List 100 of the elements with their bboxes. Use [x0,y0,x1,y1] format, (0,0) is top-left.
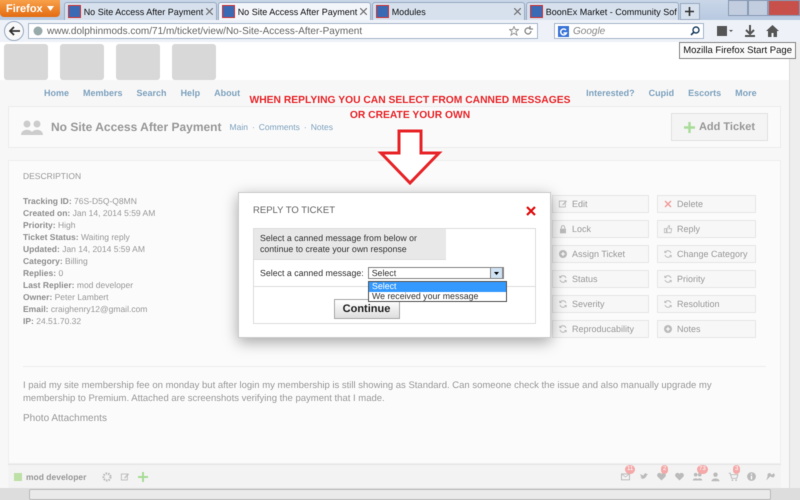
download-icon[interactable] [744,25,756,37]
user-name[interactable]: mod developer [26,472,86,482]
ticket-message: I paid my site membership fee on monday but after login my membership is still showing as Standard. Can someone check the issue and also manually upgrade my membership to Premium. Attached are screenshots verifying the payment that I made. [23,379,713,405]
people-icon [692,471,703,482]
status-square-icon [14,472,22,480]
back-button[interactable] [4,21,24,41]
refresh-icon [558,299,568,309]
action-button[interactable]: Change Category [657,245,756,263]
refresh-icon [663,249,673,259]
bookmarks-icon[interactable] [716,25,734,37]
mail-icon [620,471,631,482]
caret-icon [46,6,54,11]
favicon-icon [222,5,235,18]
action-button[interactable]: Resolution [657,295,756,313]
action-button[interactable]: Notes [657,320,756,338]
reload-icon[interactable] [523,26,533,36]
refresh-icon [558,324,568,334]
close-icon [663,199,673,209]
dropdown-option[interactable]: We received your message [369,292,506,301]
globe-icon [33,26,43,36]
search-engine-icon [558,26,569,36]
browser-tab[interactable]: Modules [372,2,525,20]
browser-tab[interactable]: BoonEx Market - Community Sof [526,2,679,20]
close-icon[interactable] [514,8,521,15]
ticket-field: IP: 24.51.70.32 [23,315,223,327]
lock-icon [558,224,568,234]
instruction-text: Select a canned message from below or continue to create your own response [254,229,446,260]
action-button[interactable]: Delete [657,195,756,213]
browser-tab[interactable]: No Site Access After Payment [64,2,217,20]
ticket-field: Last Replier: mod developer [23,279,223,291]
action-button[interactable]: Priority [657,270,756,288]
search-icon[interactable] [690,26,700,36]
action-button[interactable]: Reproducability [552,320,649,338]
action-button[interactable]: Lock [552,220,649,238]
plus-icon [685,7,694,16]
plus-icon [684,122,695,132]
ticket-field: Created on: Jan 14, 2014 5:59 AM [23,207,223,219]
nav-link[interactable]: Cupid [648,88,674,98]
favicon-icon [68,5,81,18]
tab-link[interactable]: Notes [310,122,333,132]
ticket-field: Replies: 0 [23,267,223,279]
nav-link[interactable]: Search [136,88,167,98]
close-icon[interactable] [206,8,214,15]
ticket-field: Updated: Jan 14, 2014 5:59 AM [23,243,223,255]
action-button[interactable]: Edit [552,195,649,213]
heart-icon [656,471,667,482]
nav-link[interactable]: Members [83,88,123,98]
continue-button[interactable]: Continue [334,299,400,319]
compose-icon [120,472,130,482]
refresh-icon [663,299,673,309]
gear-icon[interactable] [102,472,112,482]
ticket-field: Category: Billing [23,255,223,267]
star-icon[interactable] [509,26,519,36]
search-field[interactable]: Google [554,23,704,39]
annotation-text: WHEN REPLYING YOU CAN SELECT FROM CANNED MESSAGES OR CREATE YOUR OWN [250,94,570,123]
favicon-icon [530,5,543,18]
minimize-button[interactable] [728,0,748,16]
add-ticket-button[interactable]: Add Ticket [670,113,768,141]
separator-dot: · [304,122,307,132]
action-button[interactable]: Severity [552,295,649,313]
nav-link[interactable]: About [214,88,240,98]
close-icon [526,206,536,216]
people-icon [21,119,43,135]
ticket-title: No Site Access After Payment [51,120,222,134]
attachments-heading: Photo Attachments [23,413,108,424]
separator-dot: · [252,122,255,132]
firefox-menu-button[interactable]: Firefox [0,0,60,17]
action-button[interactable]: Reply [657,220,756,238]
browser-tab[interactable]: No Site Access After Payment [218,2,371,20]
info-icon [746,471,757,482]
dropdown-option[interactable]: Select [369,282,506,292]
ticket-field: Priority: High [23,219,223,231]
nav-link[interactable]: Escorts [688,88,722,98]
home-icon[interactable] [766,25,779,37]
cart-icon [728,471,739,482]
pencil-icon [558,199,568,209]
address-bar[interactable]: www.dolphinmods.com/71/m/ticket/view/No-Site-Access-After-Payment [28,23,538,39]
nav-link[interactable]: More [735,88,757,98]
ticket-field: Tracking ID: 76S-D5Q-Q8MN [23,195,223,207]
refresh-icon [663,274,673,284]
canned-message-dropdown[interactable]: Select [368,267,504,279]
nav-link[interactable]: Interested? [586,88,635,98]
tab-link[interactable]: Comments [258,122,300,132]
dialog-title: REPLY TO TICKET [253,205,336,216]
favicon-icon [376,5,389,18]
close-icon[interactable] [360,8,368,15]
ticket-field: Owner: Peter Lambert [23,291,223,303]
maximize-button[interactable] [748,0,768,16]
section-heading: DESCRIPTION [23,171,82,181]
tooltip: Mozilla Firefox Start Page [679,42,796,59]
nav-link[interactable]: Home [44,88,70,98]
plus-circle-icon [663,324,673,334]
horizontal-scrollbar[interactable] [0,488,800,500]
tab-link[interactable]: Main [230,122,248,132]
action-button[interactable]: Assign Ticket [552,245,649,263]
nav-link[interactable]: Help [180,88,200,98]
ticket-field: Ticket Status: Waiting reply [23,231,223,243]
new-tab-button[interactable] [680,3,700,20]
action-button[interactable]: Status [552,270,649,288]
close-button[interactable] [526,206,536,216]
